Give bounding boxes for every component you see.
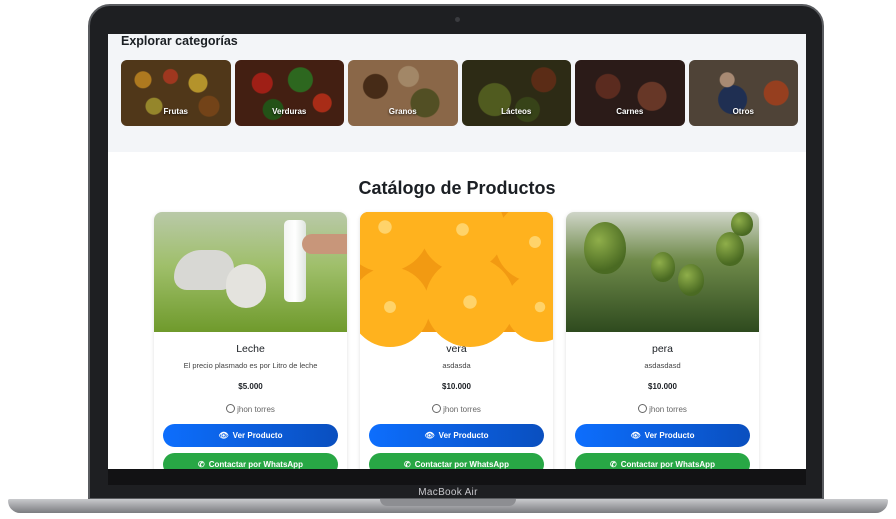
- product-name: pera: [651, 343, 673, 355]
- avocado-shape: [716, 232, 744, 266]
- seller-name: jhon torres: [649, 405, 687, 414]
- product-name: vera: [446, 343, 467, 355]
- eye-icon: 👁: [424, 431, 435, 440]
- orange-slice-shape: [360, 212, 430, 272]
- product-grid: Leche El precio plasmado es por Litro de…: [154, 212, 760, 469]
- view-product-button[interactable]: 👁 Ver Producto: [163, 424, 338, 447]
- category-card-otros[interactable]: Otros: [688, 60, 798, 126]
- user-circle-icon: [432, 404, 442, 413]
- orange-slice-shape: [360, 267, 430, 347]
- categories-section: Explorar categorías Frutas Verduras Gran…: [108, 34, 806, 152]
- avocado-shape: [731, 212, 753, 236]
- product-card: pera asdasdasd $10.000 jhon torres 👁 Ver …: [566, 212, 759, 469]
- whatsapp-contact-button[interactable]: ✆ Contactar por WhatsApp: [369, 453, 544, 469]
- whatsapp-contact-button[interactable]: ✆ Contactar por WhatsApp: [575, 453, 750, 469]
- category-label: Verduras: [272, 107, 307, 116]
- product-card: vera asdasda $10.000 jhon torres 👁 Ver Pr…: [360, 212, 553, 469]
- user-circle-icon: [638, 404, 648, 413]
- view-product-button[interactable]: 👁 Ver Producto: [575, 424, 750, 447]
- category-label: Lácteos: [501, 107, 532, 116]
- view-product-label: Ver Producto: [644, 431, 695, 440]
- orange-slice-shape: [505, 272, 553, 342]
- category-card-carnes[interactable]: Carnes: [575, 60, 685, 126]
- whatsapp-icon: ✆: [404, 460, 411, 469]
- device-label: MacBook Air: [418, 487, 478, 498]
- user-circle-icon: [226, 404, 236, 413]
- categories-row: Frutas Verduras Granos Lácteos Carnes Ot…: [121, 60, 798, 126]
- category-label: Carnes: [616, 107, 644, 116]
- avocado-shape: [584, 222, 626, 274]
- view-product-label: Ver Producto: [232, 431, 283, 440]
- product-description: asdasda: [442, 361, 471, 370]
- avocado-shape: [678, 264, 704, 296]
- goat-shape: [226, 264, 266, 308]
- product-seller: jhon torres: [360, 404, 553, 414]
- camera: [455, 17, 460, 22]
- laptop-mockup: Explorar categorías Frutas Verduras Gran…: [0, 0, 896, 519]
- product-seller: jhon torres: [154, 404, 347, 414]
- category-card-verduras[interactable]: Verduras: [234, 60, 344, 126]
- seller-name: jhon torres: [237, 405, 275, 414]
- whatsapp-icon: ✆: [610, 460, 617, 469]
- whatsapp-contact-label: Contactar por WhatsApp: [620, 460, 715, 469]
- goat-shape: [174, 250, 234, 290]
- product-price: $10.000: [442, 382, 471, 391]
- product-price: $10.000: [648, 382, 677, 391]
- hand-shape: [302, 234, 347, 254]
- category-card-lacteos[interactable]: Lácteos: [461, 60, 571, 126]
- category-label: Granos: [388, 107, 417, 116]
- catalog-title: Catálogo de Productos: [358, 178, 556, 198]
- eye-icon: 👁: [630, 431, 641, 440]
- view-product-label: Ver Producto: [438, 431, 489, 440]
- product-seller: jhon torres: [566, 404, 759, 414]
- avocado-shape: [651, 252, 675, 282]
- whatsapp-icon: ✆: [198, 460, 205, 469]
- eye-icon: 👁: [218, 431, 229, 440]
- whatsapp-contact-label: Contactar por WhatsApp: [208, 460, 303, 469]
- product-image[interactable]: [566, 212, 759, 332]
- category-label: Frutas: [163, 107, 188, 116]
- whatsapp-contact-button[interactable]: ✆ Contactar por WhatsApp: [163, 453, 338, 469]
- laptop-chin: [108, 469, 806, 485]
- product-description: El precio plasmado es por Litro de leche: [183, 361, 318, 370]
- milk-bottle-shape: [284, 220, 306, 302]
- categories-title: Explorar categorías: [121, 34, 238, 48]
- product-card: Leche El precio plasmado es por Litro de…: [154, 212, 347, 469]
- whatsapp-contact-label: Contactar por WhatsApp: [414, 460, 509, 469]
- screen: Explorar categorías Frutas Verduras Gran…: [108, 34, 806, 469]
- seller-name: jhon torres: [443, 405, 481, 414]
- category-label: Otros: [732, 107, 754, 116]
- product-name: Leche: [236, 343, 265, 355]
- category-card-granos[interactable]: Granos: [348, 60, 458, 126]
- product-image[interactable]: [360, 212, 553, 347]
- laptop-notch: [380, 499, 516, 506]
- category-card-frutas[interactable]: Frutas: [121, 60, 231, 126]
- product-price: $5.000: [238, 382, 263, 391]
- product-image[interactable]: [154, 212, 347, 332]
- view-product-button[interactable]: 👁 Ver Producto: [369, 424, 544, 447]
- orange-slice-shape: [425, 257, 515, 347]
- product-description: asdasdasd: [644, 361, 681, 370]
